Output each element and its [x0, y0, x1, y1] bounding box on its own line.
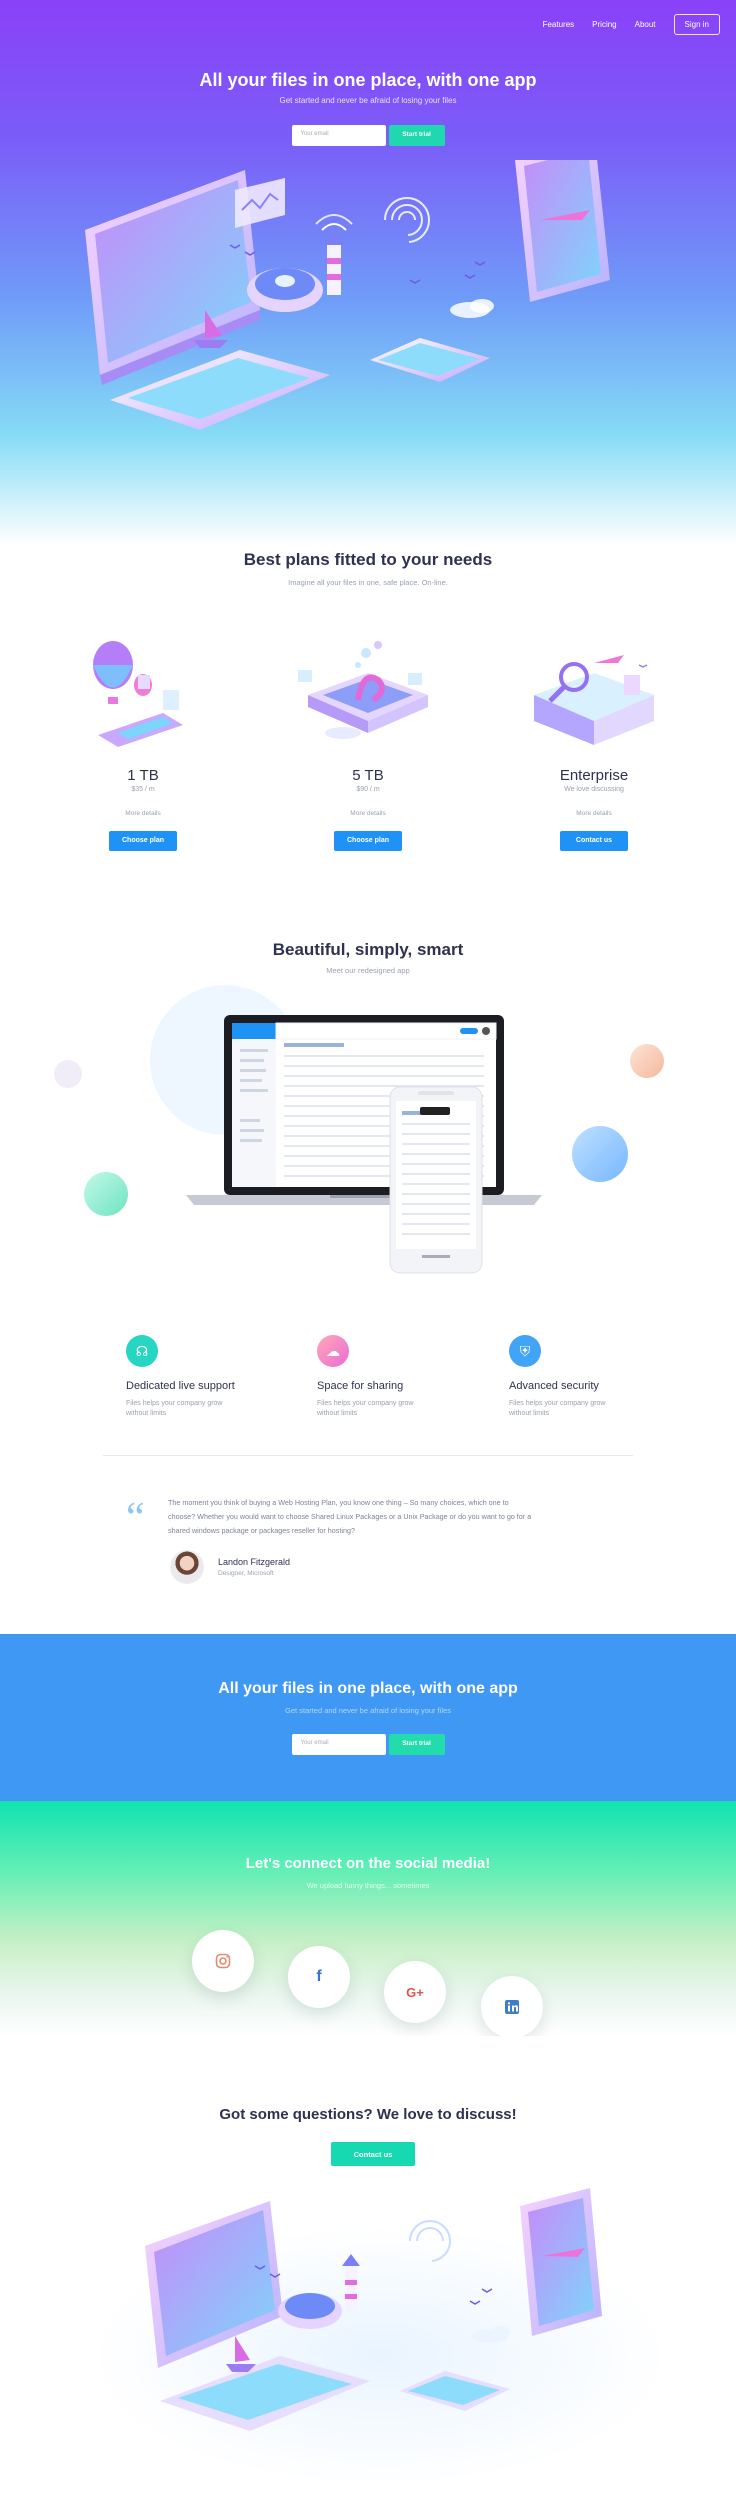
headset-icon: ☊	[126, 1335, 158, 1367]
plan-card-enterprise: Enterprise We love discussing More detai…	[514, 635, 674, 851]
plan-card-1tb: 1 TB $35 / m More details Choose plan	[63, 635, 223, 851]
questions-title: Got some questions? We love to discuss!	[219, 2106, 517, 2123]
balloon-illustration	[93, 641, 183, 747]
decorative-bubble	[54, 1060, 82, 1088]
features-section: ☊ Dedicated live support Files helps you…	[0, 1290, 736, 1450]
plan-more-details-link[interactable]: More details	[514, 810, 674, 817]
showcase-subtitle: Meet our redesigned app	[326, 966, 410, 975]
plan-name: 5 TB	[352, 767, 384, 784]
hero-email-input[interactable]: Your email	[291, 125, 386, 146]
cta-title: All your files in one place, with one ap…	[218, 1680, 518, 1697]
choose-plan-button[interactable]: Choose plan	[109, 831, 177, 851]
cta-email-input[interactable]: Your email	[291, 1734, 386, 1755]
feature-description: Files helps your company grow without li…	[317, 1400, 414, 1417]
feature-card: ⛨ Advanced security Files helps your com…	[509, 1335, 669, 1419]
feature-title: Space for sharing	[317, 1380, 404, 1392]
instagram-icon[interactable]	[192, 1930, 254, 1992]
contact-us-button[interactable]: Contact us	[560, 831, 628, 851]
cta-start-trial-button[interactable]: Start trial	[388, 1734, 445, 1755]
feature-title: Advanced security	[509, 1380, 599, 1392]
contact-us-button[interactable]: Contact us	[331, 2142, 415, 2166]
cta-section: All your files in one place, with one ap…	[0, 1634, 736, 1801]
plans-title: Best plans fitted to your needs	[243, 550, 493, 569]
shield-icon: ⛨	[509, 1335, 541, 1367]
plans-subtitle: Imagine all your files in one, safe plac…	[288, 578, 448, 587]
app-showcase-section: Beautiful, simply, smart Meet our redesi…	[0, 890, 736, 1290]
testimonial-quote: The moment you think of buying a Web Hos…	[168, 1498, 532, 1535]
quote-icon: “	[126, 1495, 145, 1541]
hero-start-trial-button[interactable]: Start trial	[388, 125, 445, 146]
showcase-title: Beautiful, simply, smart	[272, 940, 464, 959]
social-section: Let's connect on the social media! We up…	[0, 1801, 736, 2038]
footer-isometric-illustration	[90, 2188, 670, 2486]
choose-plan-button[interactable]: Choose plan	[334, 831, 402, 851]
social-subtitle: We upload funny things... sometimes	[306, 1881, 430, 1890]
phone-octopus-illustration	[298, 641, 428, 739]
feature-card: ☁ Space for sharing Files helps your com…	[317, 1335, 477, 1419]
plans-section: Best plans fitted to your needs Imagine …	[0, 545, 736, 890]
plan-price: $90 / m	[356, 786, 380, 793]
plan-more-details-link[interactable]: More details	[288, 810, 448, 817]
divider	[103, 1455, 633, 1456]
hero-isometric-illustration	[85, 160, 610, 430]
feature-description: Files helps your company grow without li…	[126, 1400, 223, 1417]
feature-description: Files helps your company grow without li…	[509, 1400, 606, 1417]
decorative-bubble	[84, 1172, 128, 1216]
hero-signup-form: Your email Start trial	[0, 125, 736, 146]
cta-signup-form: Your email Start trial	[0, 1734, 736, 1755]
decorative-bubble	[630, 1044, 664, 1078]
decorative-bubble	[572, 1126, 628, 1182]
social-title: Let's connect on the social media!	[245, 1855, 491, 1872]
cloud-icon: ☁	[317, 1335, 349, 1367]
top-nav: Features Pricing About Sign in	[543, 14, 720, 35]
nav-about-link[interactable]: About	[635, 20, 656, 29]
avatar	[170, 1550, 204, 1584]
nav-pricing-link[interactable]: Pricing	[592, 20, 616, 29]
plan-name: 1 TB	[127, 767, 159, 784]
feature-title: Dedicated live support	[126, 1380, 235, 1392]
linkedin-icon[interactable]	[481, 1976, 543, 2038]
testimonial-author-role: Designer, Microsoft	[218, 1570, 274, 1577]
plan-more-details-link[interactable]: More details	[63, 810, 223, 817]
hero-title: All your files in one place, with one ap…	[199, 70, 537, 90]
feature-card: ☊ Dedicated live support Files helps you…	[126, 1335, 286, 1419]
plan-name: Enterprise	[559, 767, 629, 784]
nav-features-link[interactable]: Features	[543, 20, 575, 29]
plan-price: $35 / m	[131, 786, 155, 793]
cta-subtitle: Get started and never be afraid of losin…	[285, 1706, 451, 1715]
magnifier-building-illustration	[534, 655, 654, 745]
sign-in-button[interactable]: Sign in	[673, 14, 720, 35]
plan-card-5tb: 5 TB $90 / m More details Choose plan	[288, 635, 448, 851]
testimonial-author-name: Landon Fitzgerald	[218, 1557, 291, 1567]
hero-section: Features Pricing About Sign in All your …	[0, 0, 736, 545]
laptop-phone-mockup	[186, 1015, 542, 1274]
facebook-icon[interactable]: f	[288, 1946, 350, 2008]
questions-section: Got some questions? We love to discuss! …	[0, 2036, 736, 2495]
plan-price: We love discussing	[564, 786, 624, 793]
testimonial-section: “ The moment you think of buying a Web H…	[0, 1455, 736, 1635]
hero-subtitle: Get started and never be afraid of losin…	[279, 96, 457, 105]
google-plus-icon[interactable]: G+	[384, 1961, 446, 2023]
